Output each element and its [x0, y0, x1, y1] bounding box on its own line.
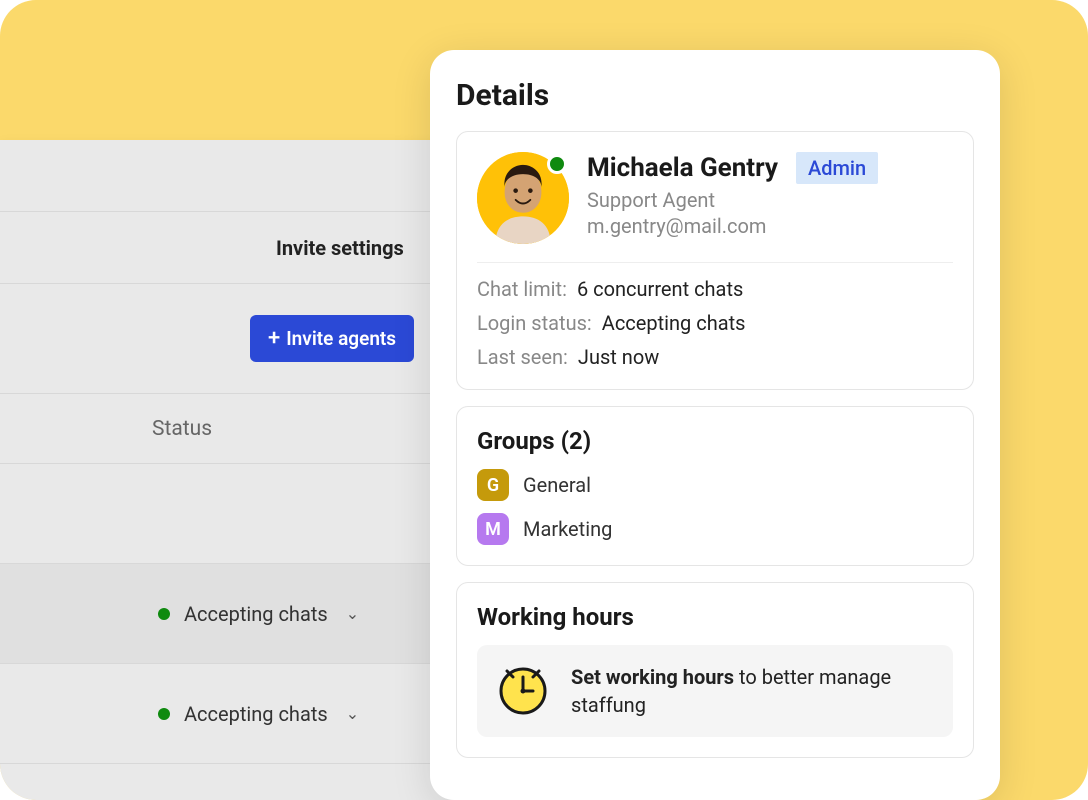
stage-container: Invite settings + Invite agents Status A… — [0, 0, 1088, 800]
group-icon: G — [477, 469, 509, 501]
group-row-marketing[interactable]: M Marketing — [477, 513, 953, 545]
presence-indicator-icon — [547, 154, 567, 174]
details-title: Details — [456, 78, 974, 113]
profile-info: Michaela Gentry Admin Support Agent m.ge… — [587, 152, 953, 240]
working-hours-bold: Set working hours — [571, 665, 734, 689]
login-status-label: Login status: — [477, 311, 592, 335]
profile-card: Michaela Gentry Admin Support Agent m.ge… — [456, 131, 974, 390]
clock-icon — [497, 665, 549, 717]
agent-name: Michaela Gentry — [587, 153, 778, 183]
avatar-wrap — [477, 152, 569, 244]
chat-limit-row: Chat limit: 6 concurrent chats — [477, 277, 953, 301]
status-dot-icon — [158, 608, 170, 620]
chevron-down-icon[interactable]: ⌄ — [346, 604, 359, 623]
last-seen-label: Last seen: — [477, 345, 568, 369]
working-hours-callout[interactable]: Set working hours to better manage staff… — [477, 645, 953, 737]
details-panel: Details — [430, 50, 1000, 800]
admin-badge: Admin — [796, 152, 878, 184]
last-seen-value: Just now — [578, 345, 659, 369]
last-seen-row: Last seen: Just now — [477, 345, 953, 369]
working-hours-text: Set working hours to better manage staff… — [571, 663, 933, 719]
working-hours-title: Working hours — [477, 603, 953, 631]
status-dot-icon — [158, 708, 170, 720]
login-status-row: Login status: Accepting chats — [477, 311, 953, 335]
name-row: Michaela Gentry Admin — [587, 152, 953, 184]
group-row-general[interactable]: G General — [477, 469, 953, 501]
plus-icon: + — [268, 328, 280, 350]
agent-role: Support Agent — [587, 188, 953, 212]
chat-limit-label: Chat limit: — [477, 277, 567, 301]
chevron-down-icon[interactable]: ⌄ — [346, 704, 359, 723]
status-text: Accepting chats — [184, 602, 328, 626]
status-text: Accepting chats — [184, 702, 328, 726]
groups-title: Groups (2) — [477, 427, 953, 455]
groups-card: Groups (2) G General M Marketing — [456, 406, 974, 566]
login-status-value: Accepting chats — [602, 311, 746, 335]
group-name: Marketing — [523, 517, 612, 541]
agent-email: m.gentry@mail.com — [587, 214, 953, 238]
working-hours-card: Working hours Set working hours to bette… — [456, 582, 974, 758]
profile-header: Michaela Gentry Admin Support Agent m.ge… — [477, 152, 953, 244]
chat-limit-value: 6 concurrent chats — [577, 277, 743, 301]
divider — [477, 262, 953, 263]
invite-agents-label: Invite agents — [286, 327, 396, 350]
group-name: General — [523, 473, 591, 497]
group-icon: M — [477, 513, 509, 545]
invite-agents-button[interactable]: + Invite agents — [250, 315, 414, 362]
